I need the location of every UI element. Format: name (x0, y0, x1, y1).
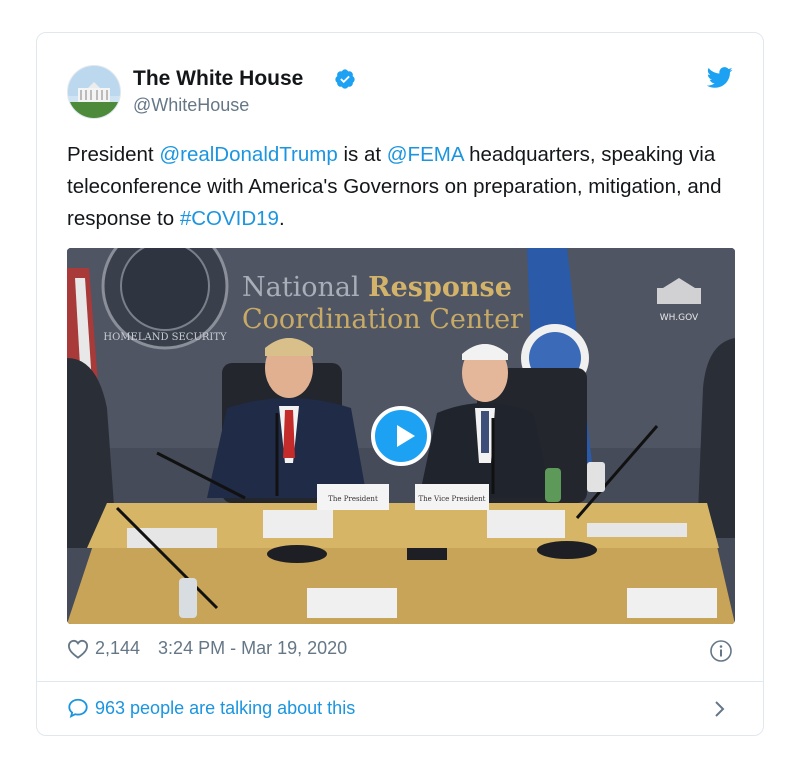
hashtag-link-covid19[interactable]: #COVID19 (180, 207, 279, 230)
tweet-text: President @realDonaldTrump is at @FEMA h… (67, 139, 727, 235)
video-thumbnail[interactable]: HOMELAND SECURITY National Response Coor… (67, 248, 735, 624)
wh-gov-watermark: WH.GOV (660, 313, 699, 323)
chevron-right-icon[interactable] (713, 699, 727, 719)
tweet-text-segment: . (278, 207, 285, 230)
divider (37, 681, 763, 682)
sign-word-response: Response (368, 272, 512, 303)
like-count[interactable]: 2,144 (95, 638, 140, 659)
verified-icon (335, 69, 355, 89)
play-icon[interactable] (371, 406, 431, 466)
tweet-text-segment: President (67, 143, 160, 166)
info-icon[interactable] (709, 639, 733, 663)
mention-link-fema[interactable]: @FEMA (387, 143, 464, 166)
sign-line1: National Response (242, 272, 512, 303)
sign-word-national: National (242, 272, 368, 303)
placard-vp-text: The Vice President (419, 495, 486, 503)
tweet-card: The White House @WhiteHouse President @r… (36, 32, 764, 736)
heart-icon[interactable] (67, 639, 89, 659)
tweet-timestamp[interactable]: 3:24 PM - Mar 19, 2020 (158, 638, 347, 659)
tweet-meta: 2,144 3:24 PM - Mar 19, 2020 (67, 638, 347, 659)
sign-line2: Coordination Center (242, 304, 523, 335)
account-name[interactable]: The White House (133, 67, 303, 91)
tweet-text-segment: is at (337, 143, 387, 166)
account-handle[interactable]: @WhiteHouse (133, 95, 249, 116)
seal-text: HOMELAND SECURITY (103, 332, 227, 343)
twitter-bird-icon[interactable] (707, 67, 733, 89)
conversation-count-text: 963 people are talking about this (95, 697, 356, 718)
mention-link-realdonaldtrump[interactable]: @realDonaldTrump (159, 143, 337, 166)
speech-bubble-icon (68, 698, 88, 718)
placard-president-text: The President (328, 495, 378, 503)
white-house-avatar-icon[interactable] (67, 65, 121, 119)
conversation-link[interactable]: 963 people are talking about this (67, 697, 355, 719)
